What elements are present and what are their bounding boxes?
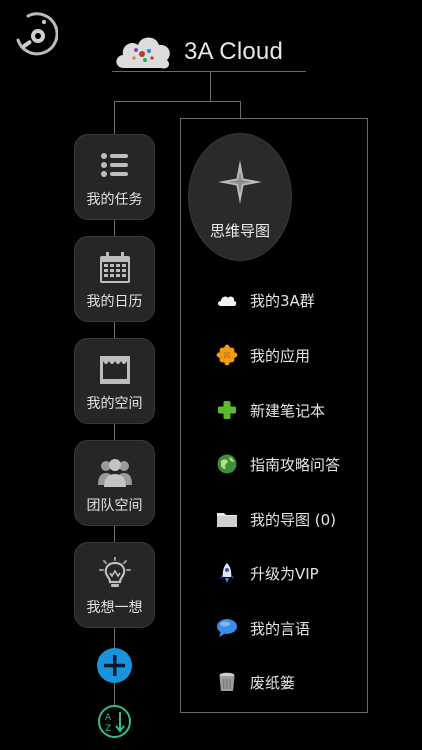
menu-item-my-apps[interactable]: 我的应用 [216, 341, 366, 369]
menu-item-my-3a-group[interactable]: 我的3A群 [216, 286, 366, 314]
sort-az-button[interactable]: A Z [97, 704, 132, 739]
compass-star-icon [218, 160, 262, 204]
menu-item-my-mindmaps[interactable]: 我的导图 (0) [216, 505, 366, 533]
connector-line [210, 72, 211, 102]
app-title: 3A Cloud [184, 38, 284, 65]
connector-line [114, 423, 115, 441]
svg-text:Z: Z [105, 724, 111, 734]
connector-line [114, 627, 115, 649]
connector-line [114, 321, 115, 339]
connector-line [114, 101, 241, 102]
nav-label: 我想一想 [86, 600, 143, 616]
nav-label: 我的任务 [86, 192, 143, 208]
task-list-icon [100, 153, 128, 177]
nav-think[interactable]: 我想一想 [74, 542, 155, 628]
menu-label: 废纸篓 [250, 673, 296, 692]
title-divider [112, 71, 306, 72]
green-plus-icon [218, 401, 236, 419]
menu-item-trash[interactable]: 废纸篓 [216, 668, 366, 696]
menu-item-guide-qa[interactable]: 指南攻略问答 [216, 450, 366, 478]
menu-label: 指南攻略问答 [250, 455, 341, 474]
folder-icon [217, 513, 237, 527]
plus-icon [104, 655, 125, 676]
add-button[interactable] [97, 648, 132, 683]
nav-label: 团队空间 [86, 498, 143, 514]
menu-item-my-words[interactable]: 我的言语 [216, 614, 366, 642]
menu-label: 新建笔记本 [250, 401, 326, 420]
connector-line [114, 101, 115, 135]
menu-item-new-notebook[interactable]: 新建笔记本 [216, 396, 366, 424]
nav-my-tasks[interactable]: 我的任务 [74, 134, 155, 220]
connector-line [114, 683, 115, 705]
globe-icon [217, 454, 237, 474]
nav-my-space[interactable]: 我的空间 [74, 338, 155, 424]
menu-label: 升级为VIP [250, 564, 319, 583]
connector-line [240, 101, 241, 119]
nav-team-space[interactable]: 团队空间 [74, 440, 155, 526]
app-header: 3A Cloud [112, 30, 308, 74]
menu-label: 我的言语 [250, 619, 311, 638]
rocket-icon [220, 563, 234, 583]
team-icon [97, 459, 132, 487]
cloud-logo-icon [116, 37, 170, 69]
nav-label: 我的日历 [86, 294, 143, 310]
flower-icon [216, 344, 238, 366]
menu-label: 我的导图 (0) [250, 510, 337, 529]
mindmap-button[interactable]: 思维导图 [188, 133, 292, 261]
menu-item-upgrade-vip[interactable]: 升级为VIP [216, 559, 366, 587]
nav-label: 我的空间 [86, 396, 143, 412]
shop-space-icon [99, 356, 130, 384]
calendar-icon [99, 252, 130, 283]
trash-icon [219, 672, 235, 691]
menu-label: 我的3A群 [250, 291, 315, 310]
connector-line [114, 219, 115, 237]
mindmap-label: 思维导图 [209, 222, 270, 240]
menu-label: 我的应用 [250, 346, 311, 365]
nav-my-calendar[interactable]: 我的日历 [74, 236, 155, 322]
lightbulb-icon [98, 557, 131, 587]
svg-text:A: A [105, 713, 112, 723]
app-logo-icon[interactable] [10, 10, 58, 58]
speech-bubble-icon [217, 619, 237, 637]
connector-line [114, 525, 115, 543]
cloud-icon [218, 296, 237, 306]
